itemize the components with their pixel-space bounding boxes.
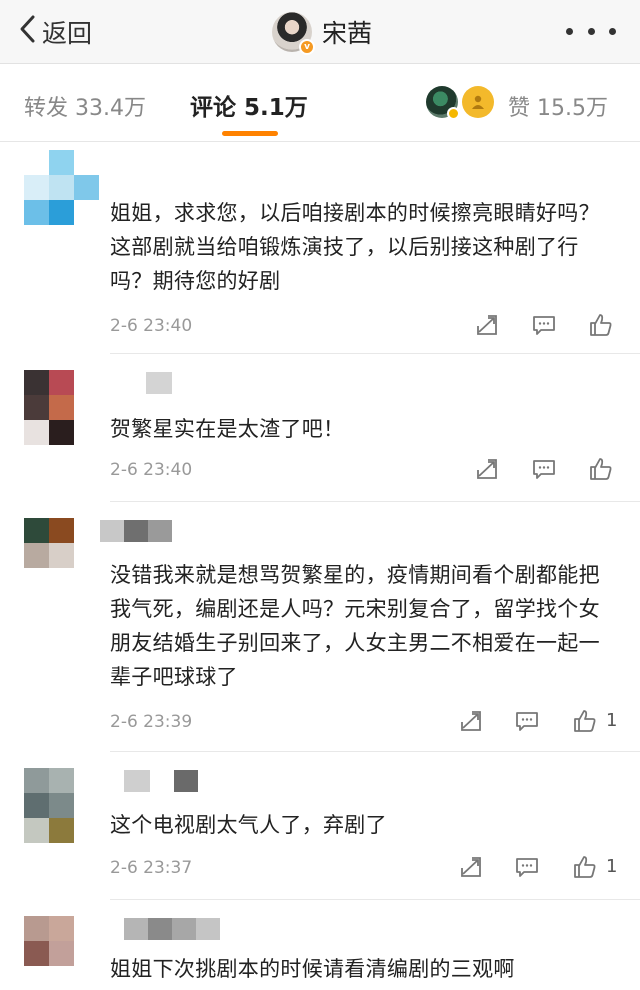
username-blurred[interactable]	[100, 520, 172, 542]
avatar	[462, 86, 494, 118]
comment-text: 没错我来就是想骂贺繁星的，疫情期间看个剧都能把我气死，编剧还是人吗？元宋别复合了…	[110, 563, 600, 689]
comment-item: 没错我来就是想骂贺繁星的，疫情期间看个剧都能把我气死，编剧还是人吗？元宋别复合了…	[0, 502, 640, 752]
comment-time: 2-6 23:40	[110, 316, 193, 336]
like-count: 1	[606, 856, 618, 877]
person-icon	[472, 95, 484, 109]
comment-item: 姐姐，求求您，以后咱接剧本的时候擦亮眼睛好吗？这部剧就当给咱锻炼演技了，以后别接…	[0, 142, 640, 354]
thumbs-up-icon[interactable]	[588, 312, 616, 340]
repost-icon[interactable]	[458, 854, 486, 882]
dot	[566, 27, 573, 35]
profile-header[interactable]: v 宋茜	[272, 9, 372, 55]
repost-icon[interactable]	[474, 312, 502, 340]
liker-avatars[interactable]	[426, 86, 494, 120]
top-nav-bar: 返回 v 宋茜	[0, 0, 640, 64]
more-dots-icon[interactable]	[566, 14, 616, 48]
page-title: 宋茜	[322, 19, 373, 48]
repost-icon[interactable]	[458, 708, 486, 736]
comment-actions	[470, 456, 620, 484]
comment-text: 这个电视剧太气人了，弃剧了	[110, 813, 387, 837]
back-label: 返回	[42, 19, 93, 48]
comment-actions	[470, 312, 620, 340]
avatar[interactable]	[24, 370, 99, 445]
username-blurred[interactable]	[124, 918, 220, 940]
comment-time: 2-6 23:39	[110, 712, 193, 732]
avatar[interactable]: v	[272, 12, 315, 55]
comment-text: 贺繁星实在是太渣了吧！	[110, 417, 345, 441]
avatar[interactable]	[24, 150, 99, 225]
thumbs-up-icon[interactable]	[572, 854, 600, 882]
comment-icon[interactable]	[514, 708, 542, 736]
back-button[interactable]: 返回	[18, 12, 92, 52]
username-blurred[interactable]	[146, 372, 172, 394]
dot	[587, 27, 595, 35]
comment-item: 这个电视剧太气人了，弃剧了 2-6 23:37 1	[0, 752, 640, 900]
tab-comment[interactable]: 评论 5.1万	[190, 88, 308, 122]
avatar[interactable]	[24, 518, 99, 593]
comment-time: 2-6 23:37	[110, 858, 193, 878]
repost-icon[interactable]	[474, 456, 502, 484]
comment-text: 姐姐，求求您，以后咱接剧本的时候擦亮眼睛好吗？这部剧就当给咱锻炼演技了，以后别接…	[110, 201, 600, 293]
thumbs-up-icon[interactable]	[572, 708, 600, 736]
verified-badge	[447, 107, 460, 120]
tab-repost[interactable]: 转发 33.4万	[24, 90, 146, 122]
dot	[609, 27, 616, 35]
active-tab-indicator	[222, 131, 278, 136]
comment-item: 贺繁星实在是太渣了吧！ 2-6 23:40	[0, 354, 640, 502]
tab-like[interactable]: 赞 15.5万	[508, 90, 608, 122]
stats-tabs: 转发 33.4万 评论 5.1万 赞 15.5万	[0, 64, 640, 142]
comment-icon[interactable]	[514, 854, 542, 882]
comment-text: 姐姐下次挑剧本的时候请看清编剧的三观啊	[110, 957, 515, 981]
comment-icon[interactable]	[531, 456, 559, 484]
comment-actions: 1	[454, 854, 624, 882]
thumbs-up-icon[interactable]	[588, 456, 616, 484]
verified-badge: v	[299, 39, 315, 55]
username-blurred[interactable]	[124, 770, 198, 792]
avatar[interactable]	[24, 916, 99, 990]
comment-actions: 1	[454, 708, 624, 736]
like-count: 1	[606, 710, 618, 731]
avatar	[426, 86, 460, 120]
comment-time: 2-6 23:40	[110, 460, 193, 480]
avatar[interactable]	[24, 768, 99, 843]
comment-icon[interactable]	[531, 312, 559, 340]
chevron-left-icon	[18, 14, 36, 50]
comment-item: 姐姐下次挑剧本的时候请看清编剧的三观啊	[0, 900, 640, 990]
